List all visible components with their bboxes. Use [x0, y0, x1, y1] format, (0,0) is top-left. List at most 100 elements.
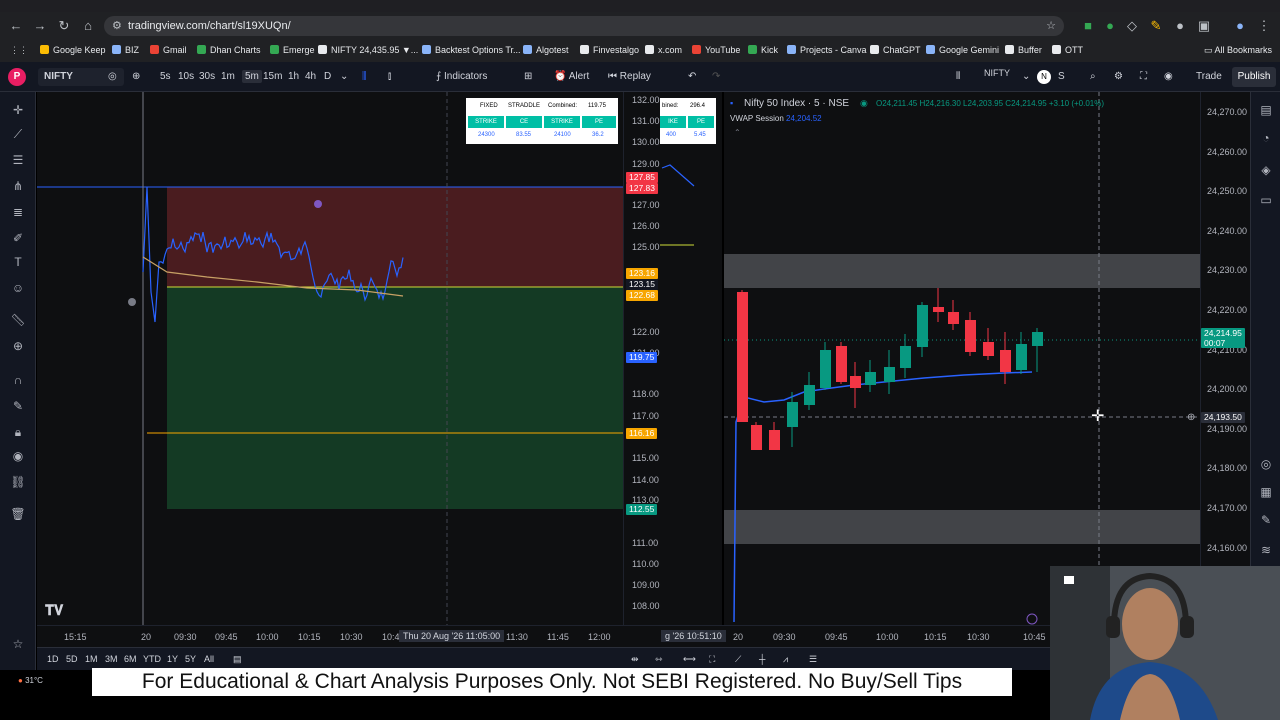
assistant-icon[interactable]: [1026, 613, 1038, 625]
interval-15m[interactable]: 15m: [263, 71, 282, 82]
bookmark-item[interactable]: ChatGPT: [870, 45, 921, 55]
bookmark-item[interactable]: Emerge: [270, 45, 315, 55]
straddle-price-axis[interactable]: 132.00 131.00 130.00 129.00 127.00 126.00 125.…: [623, 92, 660, 625]
bearish-candle[interactable]: [1000, 350, 1011, 372]
chevron-down-icon[interactable]: ⌄: [340, 71, 348, 82]
bookmark-item[interactable]: BIZ: [112, 45, 139, 55]
settings-dot-icon[interactable]: [128, 298, 136, 306]
layers-icon[interactable]: ◈: [1258, 162, 1274, 178]
bookmark-item[interactable]: Algotest: [523, 45, 569, 55]
collapse-legend-icon[interactable]: ⌃: [734, 128, 741, 137]
interval-30s[interactable]: 30s: [199, 71, 215, 82]
chevron-down-icon[interactable]: ⌄: [1022, 71, 1030, 82]
interval-1h[interactable]: 1h: [288, 71, 299, 82]
extension-icon[interactable]: ●: [1102, 18, 1118, 34]
watchlist-icon[interactable]: ▤: [1258, 102, 1274, 118]
bullish-candle[interactable]: [787, 402, 798, 427]
favorites-star-icon[interactable]: ☆: [9, 636, 27, 652]
extensions-puzzle-icon[interactable]: ▣: [1196, 18, 1212, 34]
text-tool-icon[interactable]: T: [9, 254, 27, 270]
zoom-search-icon[interactable]: ⌕: [1090, 71, 1096, 82]
pen-icon[interactable]: ✎: [1258, 512, 1274, 528]
magnet-icon[interactable]: ∩: [9, 372, 27, 388]
multi-layout-icon[interactable]: ⫴: [956, 71, 960, 82]
extension-icon[interactable]: ◇: [1124, 18, 1140, 34]
user-avatar[interactable]: P: [8, 68, 26, 86]
stay-drawing-icon[interactable]: ✎: [9, 398, 27, 414]
secondary-chart-pane[interactable]: [660, 92, 722, 625]
bookmark-item[interactable]: OTT: [1052, 45, 1083, 55]
trash-icon[interactable]: 🗑︎: [9, 506, 27, 522]
chat-icon[interactable]: ▭: [1258, 192, 1274, 208]
bearish-candle[interactable]: [850, 376, 861, 388]
ruler-icon[interactable]: 📏︎: [9, 312, 27, 328]
interval-5m[interactable]: 5m: [242, 70, 262, 83]
target-icon[interactable]: ◎: [1258, 456, 1274, 472]
nifty-candle-chart-pane[interactable]: ✛: [724, 92, 1200, 625]
bookmark-item[interactable]: Google Gemini: [926, 45, 999, 55]
range-5Y[interactable]: 5Y: [185, 654, 196, 664]
weather-widget[interactable]: ● 31°C: [18, 676, 43, 685]
forward-icon[interactable]: →: [32, 18, 48, 34]
bookmark-item[interactable]: x.com: [645, 45, 682, 55]
bookmark-item[interactable]: Backtest Options Tr...: [422, 45, 521, 55]
range-1M[interactable]: 1M: [85, 654, 98, 664]
bullish-candle[interactable]: [1016, 344, 1027, 370]
bullish-candle[interactable]: [917, 305, 928, 347]
horizontal-lines-icon[interactable]: ☰: [9, 152, 27, 168]
settings-gear-icon[interactable]: ⚙: [1114, 71, 1123, 82]
screenshot-camera-icon[interactable]: ◉: [1164, 71, 1173, 82]
apps-grid-icon[interactable]: ⋮⋮: [10, 45, 28, 56]
fullscreen-frame-icon[interactable]: ⛶: [709, 654, 715, 665]
fib-retracement-icon[interactable]: ≣: [9, 204, 27, 220]
range-YTD[interactable]: YTD: [143, 654, 161, 664]
straddle-chart-pane[interactable]: 𝐓𝐕: [37, 92, 660, 625]
interval-4h[interactable]: 4h: [305, 71, 316, 82]
trade-button[interactable]: Trade: [1196, 71, 1222, 82]
symbol-settings-icon[interactable]: ◎: [108, 71, 117, 82]
range-1Y[interactable]: 1Y: [167, 654, 178, 664]
nifty-price-axis[interactable]: 24,270.00 24,260.00 24,250.00 24,240.00 24,2…: [1187, 92, 1250, 625]
reload-icon[interactable]: ↻: [56, 18, 72, 34]
interval-1m[interactable]: 1m: [221, 71, 235, 82]
range-All[interactable]: All: [204, 654, 214, 664]
compare-add-icon[interactable]: ⊕: [132, 71, 140, 82]
bookmark-item[interactable]: NIFTY 24,435.95 ▼...: [318, 45, 418, 55]
symbol-right-label[interactable]: NIFTY: [984, 68, 1010, 78]
url-input[interactable]: ⚙ tradingview.com/chart/sl19XUQn/ ☆: [104, 16, 1064, 36]
extension-icon[interactable]: ●: [1172, 18, 1188, 34]
vertical-line-icon[interactable]: ┼: [759, 654, 765, 664]
secondary-chart-canvas[interactable]: [660, 92, 722, 625]
bearish-candle[interactable]: [948, 312, 959, 324]
signal-icon[interactable]: ≋: [1258, 542, 1274, 558]
sync-settings-icon[interactable]: S: [1058, 71, 1065, 82]
bullish-candle[interactable]: [1032, 332, 1043, 346]
range-3M[interactable]: 3M: [105, 654, 118, 664]
bookmark-item[interactable]: Kick: [748, 45, 778, 55]
trendline-icon[interactable]: ⟋: [9, 126, 27, 142]
replay-button[interactable]: ⏮ Replay: [608, 71, 651, 82]
bookmark-item[interactable]: YouTube: [692, 45, 740, 55]
range-6M[interactable]: 6M: [124, 654, 137, 664]
bullish-candle[interactable]: [820, 350, 831, 388]
time-axis[interactable]: 15:15 20 09:30 09:45 10:00 10:15 10:30 10:4 Thu…: [37, 625, 1050, 647]
undo-icon[interactable]: ↶: [688, 71, 696, 82]
redo-icon[interactable]: ↷: [712, 71, 720, 82]
bookmark-item[interactable]: Google Keep: [40, 45, 106, 55]
bookmark-item[interactable]: Gmail: [150, 45, 187, 55]
pitchfork-icon[interactable]: ⋔: [9, 178, 27, 194]
list-icon[interactable]: ☰: [809, 654, 817, 665]
range-1D[interactable]: 1D: [47, 654, 59, 664]
back-icon[interactable]: ←: [8, 18, 24, 34]
interval-10s[interactable]: 10s: [178, 71, 194, 82]
bearish-candle[interactable]: [751, 425, 762, 450]
chart-title[interactable]: Nifty 50 Index · 5 · NSE: [744, 98, 849, 109]
add-alert-plus-icon[interactable]: ⊕: [1187, 412, 1195, 423]
straddle-chart-canvas[interactable]: [37, 92, 660, 625]
bullish-candle[interactable]: [884, 367, 895, 382]
visibility-eye-icon[interactable]: ◉: [9, 448, 27, 464]
bearish-candle[interactable]: [769, 430, 780, 450]
interval-D[interactable]: D: [324, 71, 331, 82]
bookmark-star-icon[interactable]: ☆: [1046, 16, 1056, 36]
zoom-in-icon[interactable]: ⊕: [9, 338, 27, 354]
